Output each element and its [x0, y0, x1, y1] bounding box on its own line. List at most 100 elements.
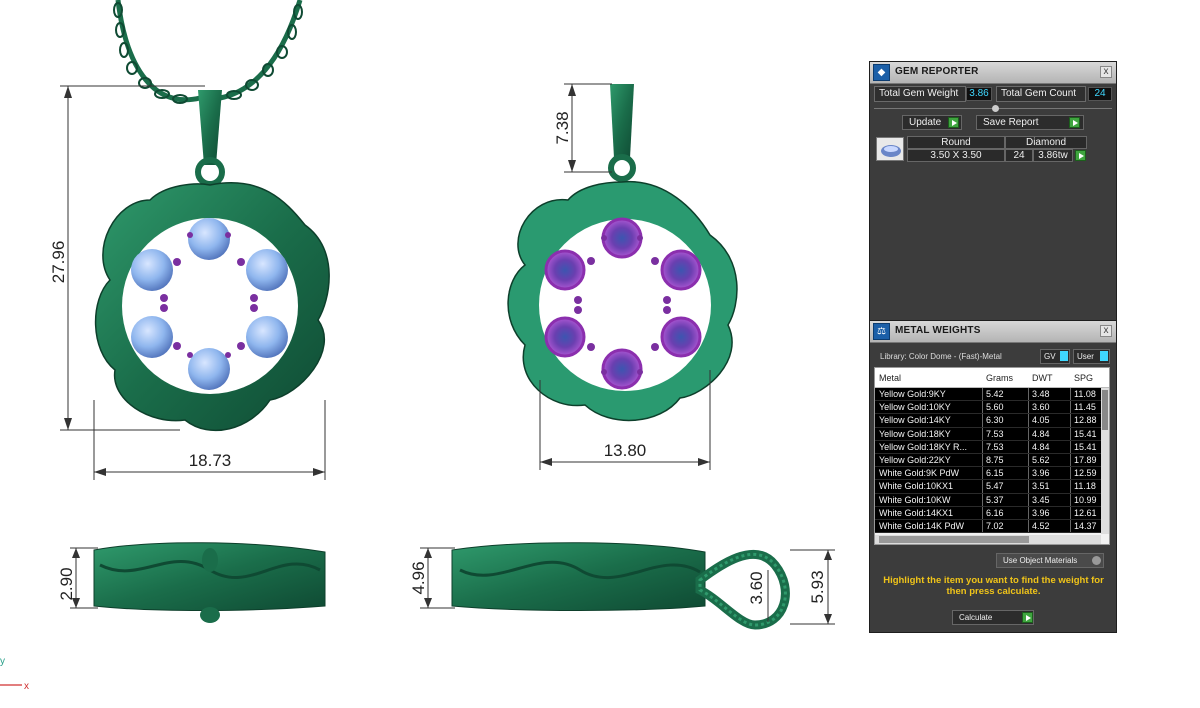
metal-cell: White Gold:10KX1	[879, 481, 954, 492]
table-row[interactable]: White Gold:10KW 5.37 3.45 10.99	[875, 493, 1109, 507]
side-view-1[interactable]	[93, 542, 326, 623]
axis-x-label: x	[24, 681, 29, 692]
gem-row-go-icon[interactable]	[1075, 150, 1086, 161]
cad-viewport[interactable]: 27.96 18.73 7.38 13.80 2.90 4.96 3.60 5.…	[0, 0, 860, 708]
metal-cell: White Gold:9K PdW	[879, 468, 960, 479]
column-divider	[1028, 453, 1029, 467]
table-row[interactable]: Yellow Gold:18KY R... 7.53 4.84 15.41	[875, 440, 1109, 454]
dim-front-height: 27.96	[49, 241, 68, 284]
table-row[interactable]: Yellow Gold:22KY 8.75 5.62 17.89	[875, 453, 1109, 468]
round-gem-icon	[876, 137, 904, 161]
column-divider	[982, 453, 983, 467]
grams-cell: 6.15	[986, 468, 1004, 479]
column-divider	[982, 506, 983, 519]
column-divider	[982, 401, 983, 414]
table-row[interactable]: White Gold:10KX1 5.47 3.51 11.18	[875, 480, 1109, 494]
grams-cell: 5.37	[986, 494, 1004, 505]
dim-back-width: 13.80	[604, 441, 647, 460]
chain-links	[113, 2, 303, 104]
close-icon[interactable]: x	[1100, 325, 1112, 337]
column-divider	[982, 427, 983, 440]
spg-cell: 11.45	[1074, 402, 1096, 413]
table-row[interactable]: White Gold:14K PdW 7.02 4.52 14.37	[875, 519, 1109, 534]
column-divider	[1070, 453, 1071, 467]
column-divider	[1028, 519, 1029, 533]
col-metal[interactable]: Metal	[879, 373, 901, 383]
vertical-scrollbar[interactable]	[1101, 388, 1109, 534]
grams-cell: 7.53	[986, 441, 1004, 452]
dwt-cell: 5.62	[1032, 454, 1050, 465]
total-gem-count-value: 24	[1088, 87, 1112, 101]
dwt-cell: 4.52	[1032, 520, 1050, 531]
table-row[interactable]: White Gold:9K PdW 6.15 3.96 12.59	[875, 467, 1109, 481]
dwt-cell: 3.51	[1032, 481, 1050, 492]
table-row[interactable]: Yellow Gold:18KY 7.53 4.84 15.41	[875, 427, 1109, 441]
column-divider	[1070, 388, 1071, 401]
dim-side2-height: 4.96	[409, 561, 428, 594]
gem-reporter-title: GEM REPORTER	[895, 66, 979, 77]
col-dwt[interactable]: DWT	[1032, 373, 1053, 383]
metal-cell: White Gold:10KW	[879, 494, 951, 505]
table-row[interactable]: Yellow Gold:9KY 5.42 3.48 11.08	[875, 388, 1109, 402]
metal-weights-titlebar[interactable]: ⚖ METAL WEIGHTS x	[870, 321, 1116, 343]
horizontal-scrollbar[interactable]	[875, 535, 1101, 544]
scale-icon: ⚖	[873, 323, 890, 340]
spg-cell: 17.89	[1074, 454, 1097, 465]
metal-weights-panel: ⚖ METAL WEIGHTS x Library: Color Dome - …	[869, 320, 1117, 633]
metal-cell: Yellow Gold:18KY R...	[879, 441, 968, 452]
spg-cell: 15.41	[1074, 428, 1097, 439]
gv-toggle-icon[interactable]	[1060, 351, 1068, 361]
metal-weights-table[interactable]: Metal Grams DWT SPG Yellow Gold:9KY 5.42 3…	[874, 367, 1110, 545]
grams-cell: 8.75	[986, 454, 1004, 465]
pendant-chain	[115, 0, 303, 103]
spg-cell: 11.18	[1074, 481, 1096, 492]
table-row[interactable]: Yellow Gold:14KY 6.30 4.05 12.88	[875, 414, 1109, 428]
metal-cell: Yellow Gold:22KY	[879, 454, 951, 465]
table-row[interactable]: Yellow Gold:10KY 5.60 3.60 11.45	[875, 401, 1109, 415]
grams-cell: 7.53	[986, 428, 1004, 439]
axis-indicator: x y	[0, 656, 29, 692]
column-divider	[1028, 414, 1029, 427]
column-divider	[1028, 401, 1029, 414]
side-view-2[interactable]	[451, 542, 790, 630]
gem-list-row[interactable]: Round Diamond 3.50 X 3.50 24 3.86tw	[876, 134, 1111, 164]
dim-bail-height: 7.38	[553, 111, 572, 144]
table-row[interactable]: White Gold:14KX1 6.16 3.96 12.61	[875, 506, 1109, 520]
metal-weights-title: METAL WEIGHTS	[895, 325, 981, 336]
update-go-icon[interactable]	[948, 117, 959, 128]
grams-cell: 7.02	[986, 520, 1004, 531]
total-gem-count-label: Total Gem Count	[996, 86, 1086, 102]
grams-cell: 5.42	[986, 389, 1004, 399]
spg-cell: 11.08	[1074, 389, 1096, 399]
column-divider	[982, 493, 983, 506]
save-report-button[interactable]: Save Report	[976, 115, 1084, 130]
gem-reporter-titlebar[interactable]: ◆ GEM REPORTER x	[870, 62, 1116, 84]
column-divider	[1028, 480, 1029, 493]
dwt-cell: 3.96	[1032, 507, 1050, 518]
column-divider	[1070, 401, 1071, 414]
chevron-down-icon[interactable]	[1092, 556, 1101, 565]
column-divider	[1070, 427, 1071, 440]
gem-size: 3.50 X 3.50	[907, 149, 1005, 162]
dwt-cell: 4.84	[1032, 441, 1050, 452]
calculate-go-icon[interactable]	[1022, 612, 1033, 623]
gem-reporter-logo-icon: ◆	[873, 64, 890, 81]
splitter-handle[interactable]	[874, 105, 1112, 112]
column-divider	[982, 414, 983, 427]
col-grams[interactable]: Grams	[986, 373, 1013, 383]
total-gem-weight-label: Total Gem Weight	[874, 86, 966, 102]
save-report-go-icon[interactable]	[1069, 117, 1080, 128]
column-divider	[982, 388, 983, 401]
column-divider	[982, 519, 983, 533]
user-toggle-icon[interactable]	[1100, 351, 1108, 361]
dim-front-width: 18.73	[189, 451, 232, 470]
close-icon[interactable]: x	[1100, 66, 1112, 78]
metal-cell: White Gold:14K PdW	[879, 520, 965, 531]
col-spg[interactable]: SPG	[1074, 373, 1093, 383]
column-divider	[1070, 493, 1071, 506]
column-divider	[1028, 506, 1029, 519]
use-object-materials-dropdown[interactable]: Use Object Materials	[996, 553, 1104, 568]
grams-cell: 5.47	[986, 481, 1004, 492]
column-divider	[1028, 493, 1029, 506]
gem-count: 24	[1005, 149, 1033, 162]
